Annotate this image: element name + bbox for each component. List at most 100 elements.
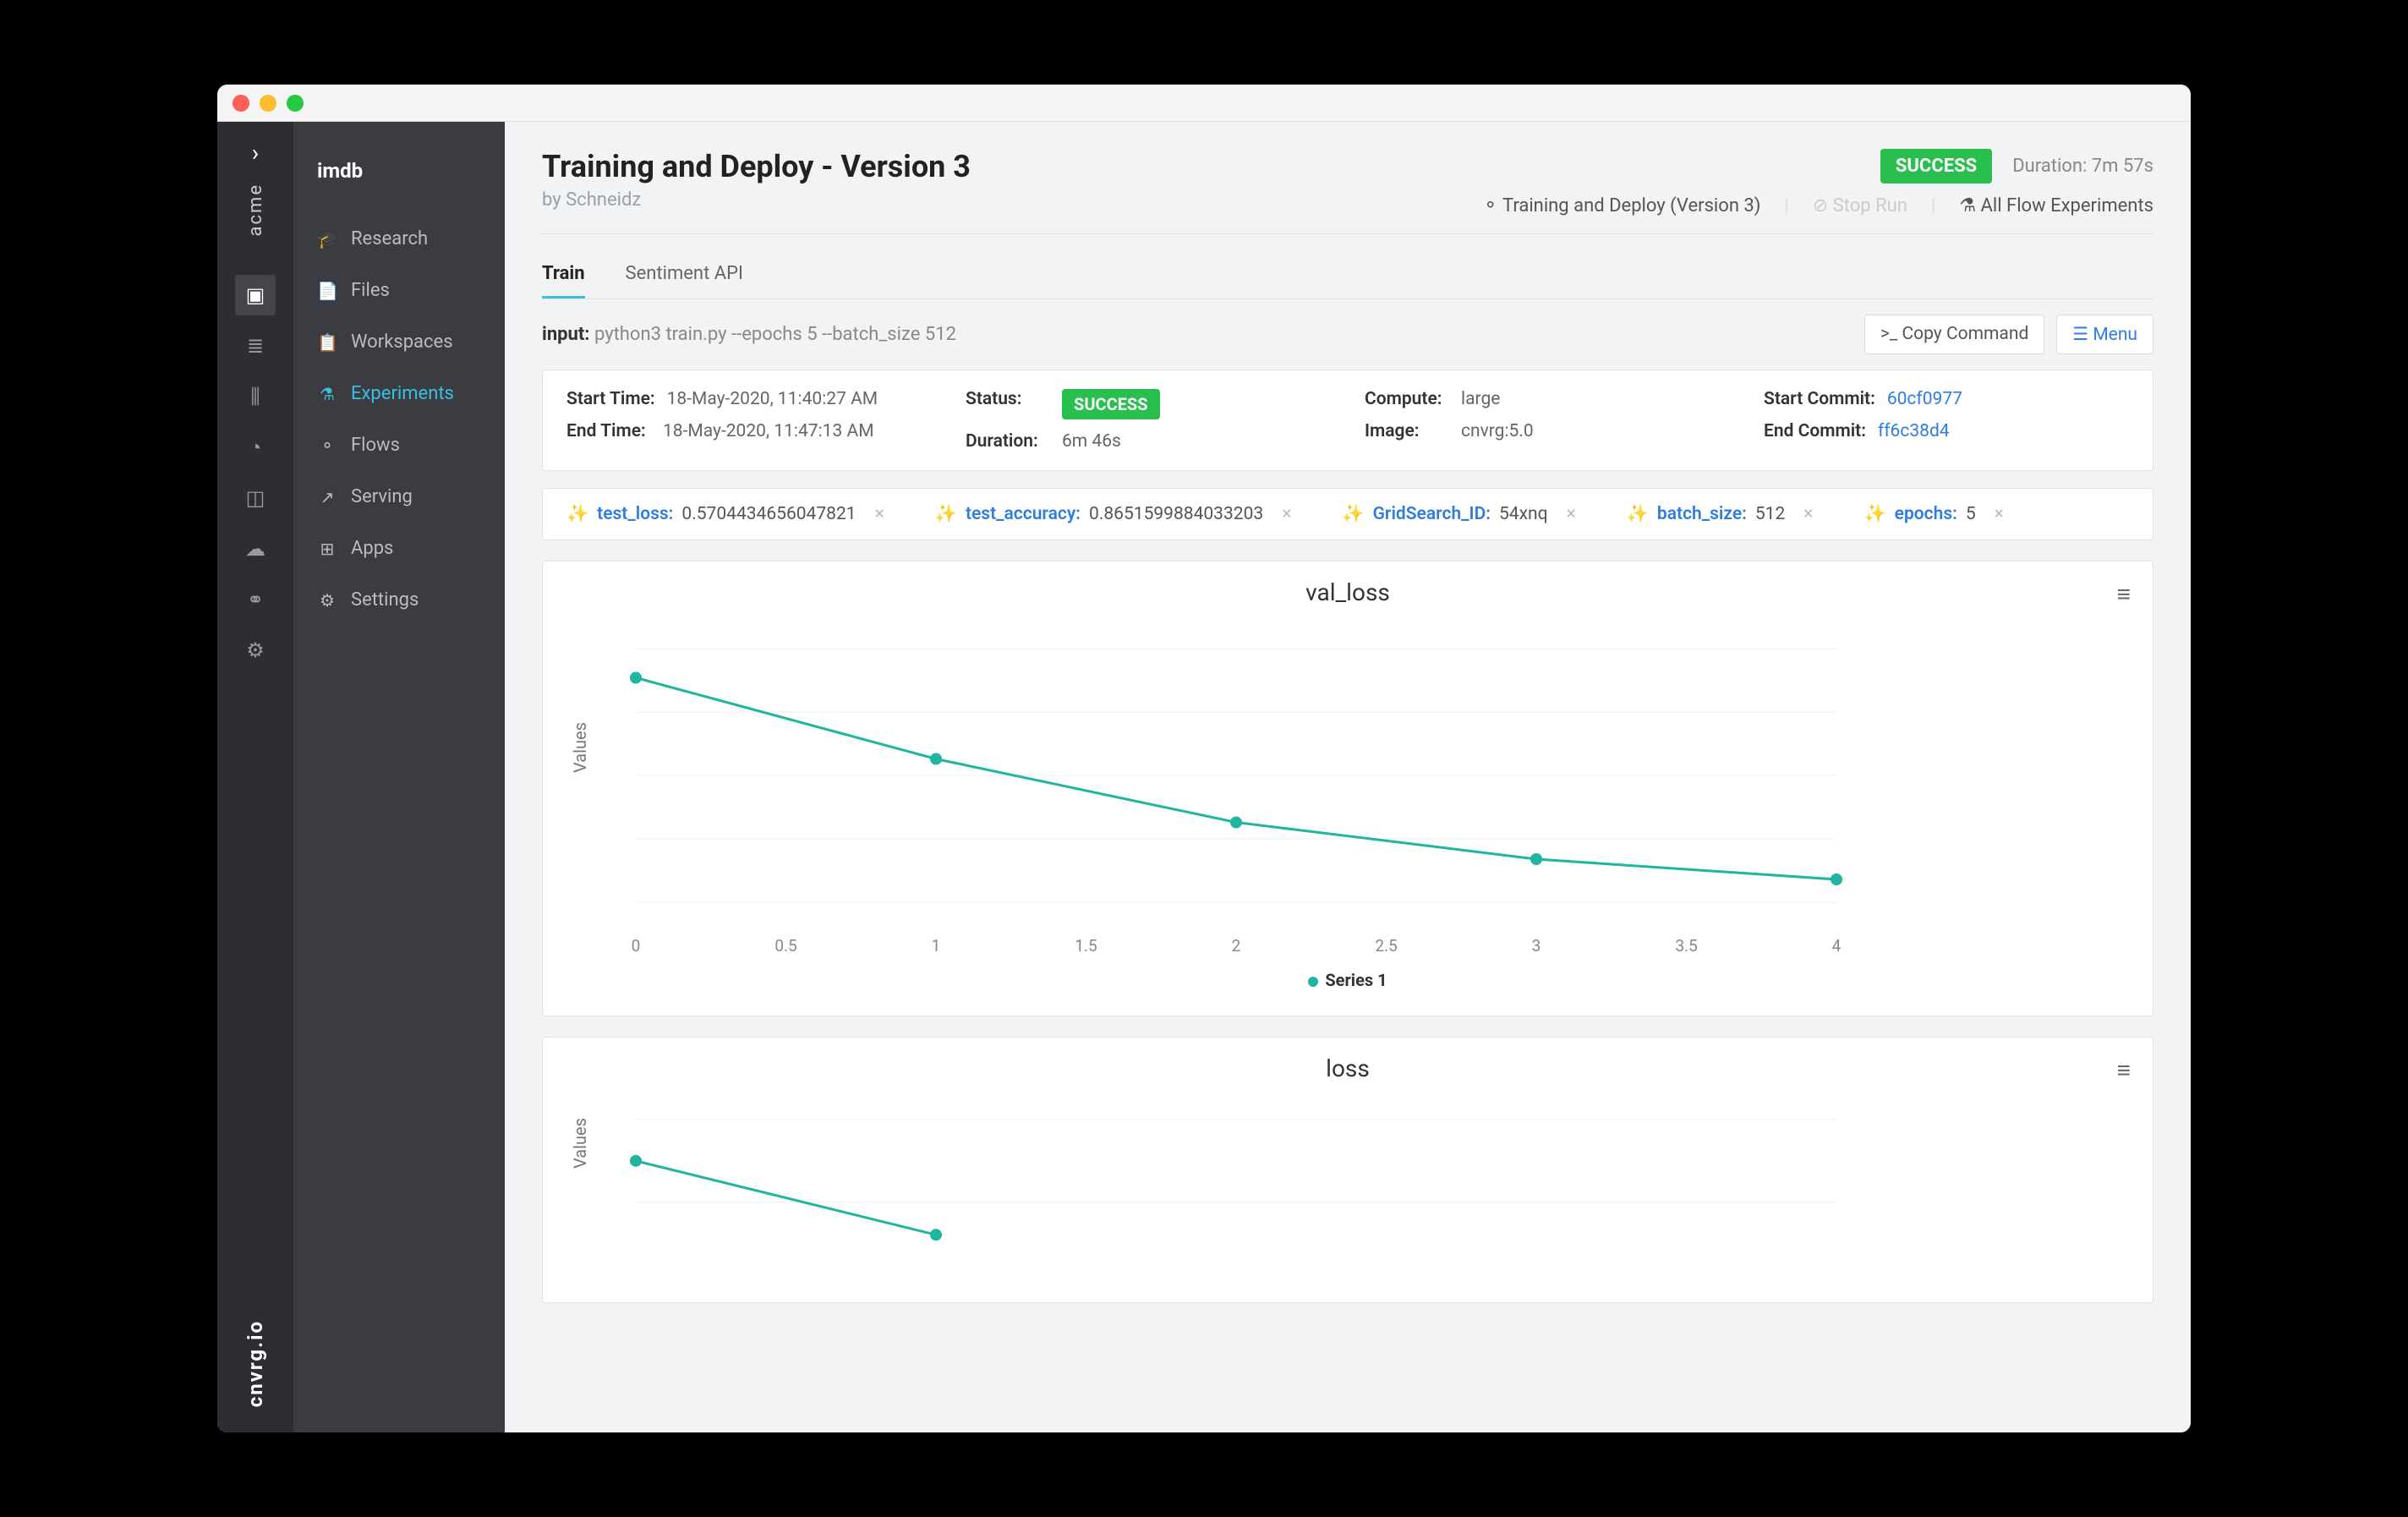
tag-gridsearchid: ✨GridSearch_ID: 54xnq× [1342, 504, 1575, 524]
rail-library-icon[interactable]: ⫼ [235, 376, 276, 417]
info-image: cnvrg:5.0 [1461, 421, 1534, 441]
app-window: › acme ▣ ≣ ⫼ ◔ ◫ ☁ ⚭ ⚙ cnvrg.io imdb 🎓 Re… [217, 85, 2191, 1432]
settings-icon: ⚙ [317, 590, 337, 611]
duration-text: Duration: 7m 57s [2012, 156, 2154, 177]
minimize-icon[interactable] [260, 95, 276, 112]
left-rail: › acme ▣ ≣ ⫼ ◔ ◫ ☁ ⚭ ⚙ cnvrg.io [217, 122, 293, 1432]
sparkle-icon: ✨ [1627, 504, 1649, 524]
all-flows-link[interactable]: ⚗ All Flow Experiments [1959, 195, 2154, 216]
research-icon: 🎓 [317, 229, 337, 249]
rail-project-icon[interactable]: ▣ [235, 275, 276, 315]
svg-text:2: 2 [1232, 936, 1241, 956]
info-panel: Start Time:18-May-2020, 11:40:27 AM End … [542, 370, 2154, 471]
tag-testaccuracy: ✨test_accuracy: 0.8651599884033203× [935, 504, 1292, 524]
workspaces-icon: 📋 [317, 332, 337, 353]
sidebar-item-serving[interactable]: ↗ Serving [293, 471, 505, 523]
sidebar-item-label: Flows [351, 435, 400, 456]
tag-testloss: ✨test_loss: 0.5704434656047821× [566, 504, 884, 524]
rail-admin-icon[interactable]: ⚙ [235, 630, 276, 671]
rail-cluster-icon[interactable]: ⚭ [235, 579, 276, 620]
command-text: python3 train.py --epochs 5 --batch_size… [594, 324, 956, 345]
sidebar: imdb 🎓 Research 📄Files 📋 Workspaces ⚗ Experime… [293, 122, 505, 1432]
svg-text:1.5: 1.5 [1075, 936, 1097, 956]
rail-dashboard-icon[interactable]: ◔ [235, 427, 276, 468]
menu-button[interactable]: ☰ Menu [2056, 315, 2154, 354]
sidebar-item-research[interactable]: 🎓 Research [293, 213, 505, 265]
chart-menu-icon[interactable]: ≡ [2117, 1056, 2131, 1084]
sidebar-item-label: Files [351, 280, 390, 301]
maximize-icon[interactable] [287, 95, 304, 112]
end-commit-link[interactable]: ff6c38d4 [1878, 421, 1950, 441]
tag-epochs: ✨epochs: 5× [1864, 504, 2004, 524]
sidebar-item-label: Experiments [351, 383, 454, 404]
sidebar-item-workspaces[interactable]: 📋 Workspaces [293, 316, 505, 368]
brand-label: cnvrg.io [244, 1320, 267, 1407]
sparkle-icon: ✨ [1342, 504, 1364, 524]
flow-link[interactable]: ⚬ Training and Deploy (Version 3) [1483, 195, 1761, 216]
stop-run-button: ⊘ Stop Run [1813, 195, 1907, 216]
project-name: imdb [293, 142, 505, 213]
flows-icon: ⚬ [317, 435, 337, 456]
remove-tag-icon[interactable]: × [1803, 504, 1813, 524]
chart-svg: 11.2 [627, 1091, 1845, 1277]
rail-cloud-icon[interactable]: ☁ [235, 528, 276, 569]
sidebar-item-apps[interactable]: ⊞ Apps [293, 523, 505, 574]
svg-text:0.5: 0.5 [774, 936, 796, 956]
tag-batchsize: ✨batch_size: 512× [1627, 504, 1814, 524]
svg-text:2.5: 2.5 [1375, 936, 1397, 956]
page-title: Training and Deploy - Version 3 [542, 149, 971, 184]
info-compute: large [1461, 389, 1500, 409]
chart-loss: loss≡ Values 11.2 [542, 1037, 2154, 1303]
sparkle-icon: ✨ [1864, 504, 1886, 524]
rail-packages-icon[interactable]: ◫ [235, 478, 276, 518]
end-time: 18-May-2020, 11:47:13 AM [663, 421, 874, 441]
sidebar-item-settings[interactable]: ⚙ Settings [293, 574, 505, 626]
svg-text:3.5: 3.5 [1675, 936, 1697, 956]
remove-tag-icon[interactable]: × [1567, 504, 1576, 524]
chart-svg: 0.550.60.650.70.7500.511.522.533.54 [627, 615, 1845, 961]
svg-text:0: 0 [632, 936, 641, 956]
chart-ylabel: Values [570, 1118, 590, 1169]
chart-title: val_loss [568, 578, 2127, 606]
chart-ylabel: Values [570, 722, 590, 773]
sidebar-item-label: Serving [351, 486, 413, 507]
sidebar-item-label: Research [351, 228, 428, 249]
sidebar-item-label: Settings [351, 589, 419, 611]
serving-icon: ↗ [317, 487, 337, 507]
sparkle-icon: ✨ [566, 504, 588, 524]
remove-tag-icon[interactable]: × [875, 504, 884, 524]
chart-menu-icon[interactable]: ≡ [2117, 580, 2131, 608]
sidebar-item-label: Apps [351, 538, 393, 559]
chevron-right-icon[interactable]: › [252, 139, 259, 167]
sidebar-item-label: Workspaces [351, 331, 453, 353]
svg-text:1: 1 [932, 936, 941, 956]
sidebar-item-files[interactable]: 📄Files [293, 265, 505, 316]
remove-tag-icon[interactable]: × [1282, 504, 1291, 524]
sidebar-item-experiments[interactable]: ⚗ Experiments [293, 368, 505, 419]
experiments-icon: ⚗ [317, 384, 337, 404]
tags-panel: ✨test_loss: 0.5704434656047821× ✨test_acc… [542, 488, 2154, 540]
experiment-tabs: Train Sentiment API [542, 251, 2154, 299]
info-duration: 6m 46s [1062, 431, 1121, 452]
svg-text:3: 3 [1532, 936, 1541, 956]
apps-icon: ⊞ [317, 539, 337, 559]
page-header: Training and Deploy - Version 3 by Schne… [542, 149, 2154, 234]
sidebar-item-flows[interactable]: ⚬ Flows [293, 419, 505, 471]
tab-train[interactable]: Train [542, 251, 585, 298]
window-titlebar [217, 85, 2191, 122]
chart-title: loss [568, 1054, 2127, 1082]
rail-datasets-icon[interactable]: ≣ [235, 326, 276, 366]
close-icon[interactable] [233, 95, 249, 112]
chart-val_loss: val_loss≡Values0.550.60.650.70.7500.511.… [542, 561, 2154, 1016]
chart-legend: Series 1 [568, 970, 2127, 990]
copy-command-button[interactable]: >_ Copy Command [1864, 315, 2044, 354]
svg-text:4: 4 [1832, 936, 1842, 956]
command-row: input: python3 train.py --epochs 5 --bat… [542, 299, 2154, 370]
tab-sentiment-api[interactable]: Sentiment API [626, 251, 743, 298]
main-content: Training and Deploy - Version 3 by Schne… [505, 122, 2191, 1432]
remove-tag-icon[interactable]: × [1995, 504, 2004, 524]
page-author: by Schneidz [542, 189, 971, 211]
status-badge: SUCCESS [1880, 149, 1992, 183]
start-commit-link[interactable]: 60cf0977 [1887, 389, 1962, 409]
start-time: 18-May-2020, 11:40:27 AM [667, 389, 878, 409]
